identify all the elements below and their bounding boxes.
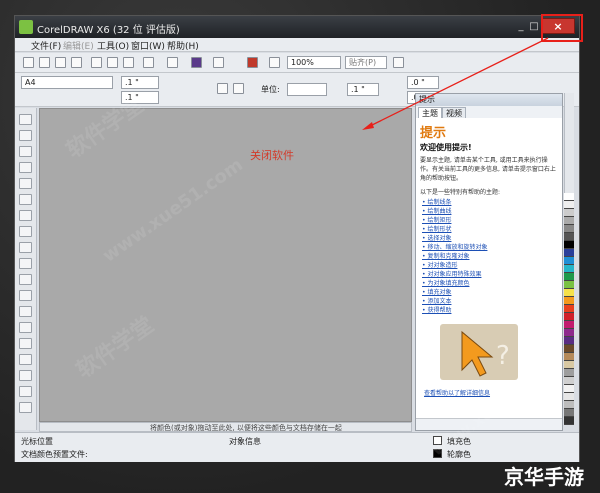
annotation-arrow	[362, 37, 549, 130]
brand-logo: 京华手游	[504, 465, 584, 489]
